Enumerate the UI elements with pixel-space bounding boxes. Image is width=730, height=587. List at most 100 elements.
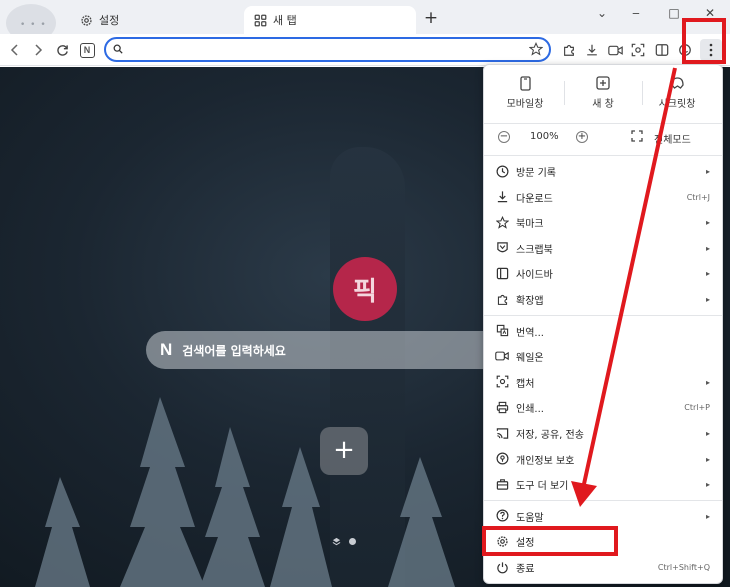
capture-icon <box>631 43 645 57</box>
video-icon <box>495 349 509 363</box>
menu-window-actions: 모바일창 새 창 시크릿창 <box>484 65 722 121</box>
add-shortcut-button[interactable]: + <box>320 427 368 475</box>
mobile-icon <box>490 75 560 91</box>
sidebar-button[interactable] <box>651 39 673 61</box>
capture-button[interactable] <box>627 39 649 61</box>
menu-item-0[interactable]: 방문 기록 ▸ <box>484 159 722 184</box>
cast-icon <box>495 426 509 440</box>
puzzle-icon <box>495 292 509 306</box>
menu-item-10[interactable]: 저장, 공유, 전송 ▸ <box>484 421 722 446</box>
menu-item-label: 북마크 <box>516 219 544 231</box>
menu-item-label: 다운로드 <box>516 193 553 205</box>
menu-item-3[interactable]: 스크랩북 ▸ <box>484 236 722 261</box>
sidebar-icon <box>495 266 509 280</box>
help-icon <box>495 509 509 523</box>
back-arrow-icon <box>10 44 18 56</box>
menu-item-12[interactable]: 도구 더 보기 ▸ <box>484 472 722 497</box>
menu-item-label: 확장앱 <box>516 296 544 307</box>
scrapbook-icon <box>495 241 509 255</box>
menu-item-label: 종료 <box>516 564 535 575</box>
new-window-button[interactable]: 새 창 <box>568 75 638 110</box>
zoom-out-button[interactable]: − <box>498 131 510 143</box>
mobile-window-button[interactable]: 모바일창 <box>490 75 560 110</box>
fullscreen-label[interactable]: 전체모드 <box>654 131 691 146</box>
translate-icon <box>495 324 509 338</box>
new-window-label: 새 창 <box>592 99 614 110</box>
tab-strip: • • • 설정 새 탭 + ⌄ ‒ □ ✕ <box>0 0 730 42</box>
whale-on-button[interactable] <box>604 39 626 61</box>
menu-item-label: 웨일온 <box>516 353 544 365</box>
zoom-in-button[interactable]: + <box>576 131 588 143</box>
secret-icon <box>642 75 712 91</box>
menu-item-shortcut: Ctrl+J <box>686 192 710 202</box>
layers-icon <box>332 537 341 546</box>
chevron-right-icon: ▸ <box>705 243 710 253</box>
menu-item-6[interactable]: 번역... <box>484 319 722 344</box>
fullscreen-icon[interactable] <box>631 130 643 145</box>
secret-window-label: 시크릿창 <box>658 99 696 110</box>
tab-label: 새 탭 <box>273 14 297 27</box>
tab-settings[interactable]: 설정 <box>70 6 230 34</box>
naver-home-button[interactable]: N <box>76 39 98 61</box>
address-input[interactable] <box>128 41 518 58</box>
video-icon <box>607 45 623 55</box>
chevron-right-icon: ▸ <box>705 377 710 387</box>
chevron-right-icon: ▸ <box>705 269 710 279</box>
reload-icon <box>56 44 68 56</box>
menu-item-8[interactable]: 캡처 ▸ <box>484 370 722 395</box>
menu-item-9[interactable]: 인쇄... Ctrl+P <box>484 395 722 420</box>
highlight-box-settings <box>482 526 618 556</box>
capture-icon <box>495 375 509 389</box>
extensions-button[interactable] <box>558 39 580 61</box>
back-button[interactable] <box>4 39 26 61</box>
chevron-right-icon: ▸ <box>705 480 710 490</box>
menu-item-label: 인쇄... <box>516 404 544 416</box>
new-window-icon <box>568 75 638 91</box>
divider <box>484 314 722 316</box>
menu-item-7[interactable]: 웨일온 <box>484 344 722 369</box>
new-tab-button[interactable]: + <box>421 9 441 29</box>
tab-new-tab[interactable]: 새 탭 <box>244 6 416 34</box>
page-dot[interactable] <box>349 538 356 545</box>
tab-label: 설정 <box>99 14 120 27</box>
star-icon <box>495 215 509 229</box>
main-menu: 모바일창 새 창 시크릿창 − 100% + 전체모드 방문 기록 ▸ 다운로드 Ct… <box>483 64 723 584</box>
power-icon <box>495 560 509 574</box>
download-button[interactable] <box>581 39 603 61</box>
menu-item-1[interactable]: 다운로드 Ctrl+J <box>484 185 722 210</box>
menu-item-2[interactable]: 북마크 ▸ <box>484 210 722 235</box>
menu-item-4[interactable]: 사이드바 ▸ <box>484 261 722 286</box>
download-icon <box>587 44 597 56</box>
naver-search-box[interactable]: N 검색어를 입력하세요 <box>146 331 486 369</box>
menu-item-label: 저장, 공유, 전송 <box>516 430 584 441</box>
zoom-level: 100% <box>530 131 559 142</box>
reload-button[interactable] <box>51 39 73 61</box>
chevron-right-icon: ▸ <box>705 511 710 521</box>
menu-item-label: 번역... <box>516 327 544 339</box>
bookmark-star-icon[interactable] <box>528 42 544 59</box>
menu-item-shortcut: Ctrl+Shift+Q <box>657 563 710 572</box>
menu-item-label: 스크랩북 <box>516 244 553 256</box>
pick-badge-icon[interactable]: 픽 <box>333 257 397 321</box>
menu-item-label: 도구 더 보기 <box>516 481 569 493</box>
page-indicator <box>332 537 356 546</box>
menu-item-11[interactable]: 개인정보 보호 ▸ <box>484 447 722 472</box>
menu-item-15[interactable]: 종료 Ctrl+Shift+Q <box>484 555 722 580</box>
toolbox-icon <box>495 477 509 491</box>
highlight-box-menu-button <box>682 18 726 64</box>
address-bar[interactable] <box>104 37 551 62</box>
forward-button[interactable] <box>27 39 49 61</box>
tab-search-dropdown[interactable]: ⌄ <box>588 4 616 22</box>
menu-item-label: 도움말 <box>516 512 544 524</box>
search-icon <box>113 44 123 57</box>
print-icon <box>495 400 509 414</box>
minimize-button[interactable]: ‒ <box>622 4 650 22</box>
search-placeholder: 검색어를 입력하세요 <box>182 343 286 358</box>
secret-window-button[interactable]: 시크릿창 <box>642 75 712 110</box>
menu-item-5[interactable]: 확장앱 ▸ <box>484 287 722 312</box>
chevron-right-icon: ▸ <box>705 167 710 176</box>
profile-dots: • • • <box>20 20 47 30</box>
zoom-controls: − 100% + 전체모드 <box>484 127 722 147</box>
forward-arrow-icon <box>35 44 43 56</box>
naver-icon: N <box>79 42 95 58</box>
